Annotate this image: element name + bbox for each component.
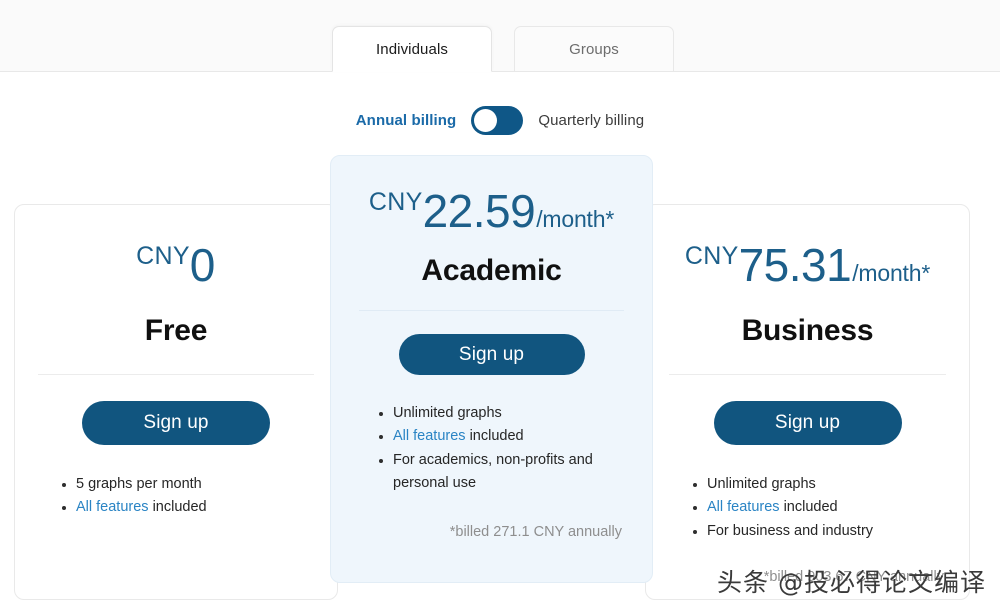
- quarterly-billing-label[interactable]: Quarterly billing: [538, 112, 644, 129]
- tab-bar: Individuals Groups: [0, 0, 1000, 72]
- plan-price-business: CNY 75.31/month*: [646, 238, 969, 292]
- plan-price-free: CNY 0: [15, 238, 337, 292]
- feature-text: For academics, non-profits and personal …: [393, 451, 593, 492]
- feature-text: Unlimited graphs: [393, 405, 502, 421]
- plan-card-free: CNY 0 Free Sign up 5 graphs per month All…: [14, 204, 338, 600]
- toggle-knob: [474, 109, 498, 132]
- list-item: Unlimited graphs: [693, 473, 969, 496]
- all-features-link[interactable]: All features: [707, 499, 780, 515]
- plan-name-free: Free: [144, 314, 208, 347]
- signup-button-academic[interactable]: Sign up: [398, 334, 585, 375]
- annual-billing-label[interactable]: Annual billing: [356, 112, 457, 129]
- all-features-link[interactable]: All features: [76, 499, 149, 515]
- feature-list-free: 5 graphs per month All features included: [15, 473, 337, 520]
- currency-label: CNY: [136, 242, 190, 270]
- signup-button-business[interactable]: Sign up: [713, 401, 902, 445]
- feature-text: included: [779, 499, 838, 516]
- plan-card-business: CNY 75.31/month* Business Sign up Unlimit…: [645, 204, 970, 600]
- plan-price-academic: CNY 22.59/month*: [331, 184, 652, 238]
- tab-individuals-label: Individuals: [376, 40, 448, 58]
- price-amount: 75.31: [738, 239, 852, 291]
- feature-text: For business and industry: [707, 522, 874, 539]
- list-item: Unlimited graphs: [379, 402, 618, 425]
- signup-button-free[interactable]: Sign up: [82, 401, 270, 445]
- price-period: /month*: [852, 260, 931, 286]
- tab-groups-label: Groups: [569, 40, 619, 58]
- list-item: All features included: [62, 496, 337, 519]
- tab-individuals[interactable]: Individuals: [332, 26, 492, 72]
- list-item: All features included: [693, 496, 969, 519]
- card-divider: [38, 374, 314, 375]
- feature-text: 5 graphs per month: [76, 476, 202, 492]
- plan-name-business: Business: [741, 314, 874, 347]
- price-amount: 22.59: [422, 185, 536, 237]
- feature-list-academic: Unlimited graphs All features included F…: [331, 402, 652, 496]
- plan-card-academic: CNY 22.59/month* Academic Sign up Unlimit…: [330, 155, 653, 583]
- feature-text: Unlimited graphs: [707, 476, 816, 492]
- list-item: All features included: [379, 425, 618, 448]
- list-item: For business and industry: [693, 520, 969, 543]
- billing-period-toggle[interactable]: [471, 106, 524, 135]
- plan-name-academic: Academic: [421, 254, 562, 287]
- currency-label: CNY: [684, 242, 739, 270]
- billed-note-academic: *billed 271.1 CNY annually: [449, 523, 622, 540]
- billing-toggle-row: Annual billing Quarterly billing: [0, 106, 1000, 135]
- pricing-page: Individuals Groups Annual billing Quarte…: [0, 0, 1000, 607]
- currency-label: CNY: [368, 188, 423, 216]
- feature-text: included: [465, 428, 524, 445]
- card-divider: [359, 310, 624, 311]
- tab-list: Individuals Groups: [332, 26, 674, 72]
- watermark: 头条 @投必得论文编译: [717, 568, 986, 597]
- price-amount: 0: [189, 239, 216, 291]
- price-period: /month*: [536, 206, 615, 232]
- list-item: 5 graphs per month: [62, 473, 337, 496]
- list-item: For academics, non-profits and personal …: [379, 449, 618, 496]
- all-features-link[interactable]: All features: [393, 428, 466, 444]
- feature-text: included: [148, 499, 207, 516]
- feature-list-business: Unlimited graphs All features included F…: [646, 473, 969, 543]
- card-divider: [669, 374, 946, 375]
- tab-groups[interactable]: Groups: [514, 26, 674, 72]
